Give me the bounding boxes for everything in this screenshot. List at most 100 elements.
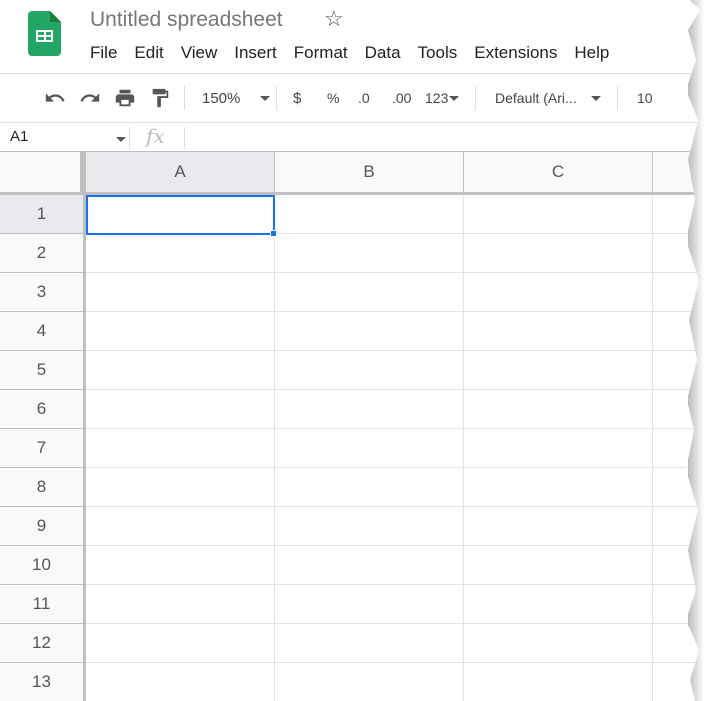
cell[interactable]	[86, 507, 275, 546]
cell[interactable]	[275, 234, 464, 273]
cell[interactable]	[464, 234, 653, 273]
cell[interactable]	[86, 312, 275, 351]
divider	[0, 122, 700, 123]
print-icon[interactable]	[114, 85, 136, 111]
menu-insert[interactable]: Insert	[234, 43, 277, 63]
more-formats-label: 123	[425, 90, 449, 106]
chevron-down-icon[interactable]	[116, 137, 126, 142]
column-header-c[interactable]: C	[464, 152, 653, 195]
cell[interactable]	[86, 234, 275, 273]
cell[interactable]	[86, 273, 275, 312]
divider	[184, 86, 185, 110]
cell[interactable]	[464, 390, 653, 429]
increase-decimal-button[interactable]: .00	[392, 85, 411, 111]
cell[interactable]	[275, 390, 464, 429]
cell[interactable]	[86, 585, 275, 624]
divider	[0, 73, 700, 74]
star-icon[interactable]: ☆	[324, 6, 344, 32]
cell[interactable]	[275, 663, 464, 701]
select-all-corner[interactable]	[0, 152, 86, 195]
cell[interactable]	[86, 624, 275, 663]
row-header-3[interactable]: 3	[0, 273, 86, 312]
cell[interactable]	[275, 429, 464, 468]
zoom-select[interactable]: 150%	[202, 85, 271, 111]
cell[interactable]	[275, 351, 464, 390]
cell[interactable]	[464, 546, 653, 585]
decrease-decimal-button[interactable]: .0	[358, 85, 370, 111]
row-header-7[interactable]: 7	[0, 429, 86, 468]
divider	[129, 127, 130, 149]
fx-icon: fx	[146, 124, 165, 148]
undo-icon[interactable]	[44, 85, 66, 111]
divider	[184, 127, 185, 149]
row-header-8[interactable]: 8	[0, 468, 86, 507]
more-formats-button[interactable]: 123	[425, 85, 460, 111]
menu-help[interactable]: Help	[574, 43, 609, 63]
cell[interactable]	[275, 273, 464, 312]
menu-tools[interactable]: Tools	[418, 43, 458, 63]
cell[interactable]	[464, 195, 653, 234]
chevron-down-icon	[449, 95, 460, 101]
cell[interactable]	[464, 624, 653, 663]
cell[interactable]	[464, 273, 653, 312]
menu-bar: File Edit View Insert Format Data Tools …	[90, 43, 626, 63]
currency-button[interactable]: $	[293, 85, 301, 111]
menu-extensions[interactable]: Extensions	[474, 43, 557, 63]
fill-handle[interactable]	[270, 230, 277, 237]
row-header-2[interactable]: 2	[0, 234, 86, 273]
cell[interactable]	[464, 507, 653, 546]
divider	[475, 86, 476, 110]
menu-file[interactable]: File	[90, 43, 117, 63]
row-header-10[interactable]: 10	[0, 546, 86, 585]
selected-cell-a1[interactable]	[86, 195, 275, 235]
row-header-9[interactable]: 9	[0, 507, 86, 546]
cell[interactable]	[275, 507, 464, 546]
font-value: Default (Ari...	[495, 90, 577, 106]
cell[interactable]	[275, 468, 464, 507]
row-header-5[interactable]: 5	[0, 351, 86, 390]
sheets-window: Untitled spreadsheet ☆ File Edit View In…	[0, 0, 700, 701]
divider	[276, 86, 277, 110]
font-size-input[interactable]: 10	[637, 85, 653, 111]
formula-input[interactable]	[192, 124, 692, 150]
cell[interactable]	[275, 585, 464, 624]
cell[interactable]	[86, 390, 275, 429]
row-header-13[interactable]: 13	[0, 663, 86, 701]
cell[interactable]	[86, 663, 275, 701]
cell[interactable]	[464, 663, 653, 701]
row-header-11[interactable]: 11	[0, 585, 86, 624]
menu-view[interactable]: View	[181, 43, 218, 63]
redo-icon[interactable]	[79, 85, 101, 111]
row-header-4[interactable]: 4	[0, 312, 86, 351]
cell[interactable]	[464, 312, 653, 351]
cell[interactable]	[275, 624, 464, 663]
percent-button[interactable]: %	[327, 85, 339, 111]
column-header-b[interactable]: B	[275, 152, 464, 195]
cell[interactable]	[275, 195, 464, 234]
cell[interactable]	[464, 429, 653, 468]
name-box[interactable]: A1	[10, 128, 28, 145]
document-title[interactable]: Untitled spreadsheet	[90, 8, 283, 32]
menu-edit[interactable]: Edit	[134, 43, 163, 63]
cell[interactable]	[275, 546, 464, 585]
sheets-logo-icon[interactable]	[28, 11, 61, 56]
row-header-1[interactable]: 1	[0, 195, 86, 234]
menu-format[interactable]: Format	[294, 43, 348, 63]
row-header-12[interactable]: 12	[0, 624, 86, 663]
cell[interactable]	[86, 429, 275, 468]
cell[interactable]	[86, 546, 275, 585]
cell[interactable]	[86, 351, 275, 390]
cell[interactable]	[464, 468, 653, 507]
cell[interactable]	[464, 351, 653, 390]
menu-data[interactable]: Data	[365, 43, 401, 63]
chevron-down-icon	[590, 95, 601, 101]
paint-format-icon[interactable]	[149, 85, 171, 111]
divider	[617, 86, 618, 110]
cell[interactable]	[464, 585, 653, 624]
cell[interactable]	[86, 468, 275, 507]
font-select[interactable]: Default (Ari...	[495, 85, 601, 111]
column-header-a[interactable]: A	[86, 152, 275, 195]
row-header-6[interactable]: 6	[0, 390, 86, 429]
cell[interactable]	[275, 312, 464, 351]
zoom-value: 150%	[202, 89, 241, 107]
